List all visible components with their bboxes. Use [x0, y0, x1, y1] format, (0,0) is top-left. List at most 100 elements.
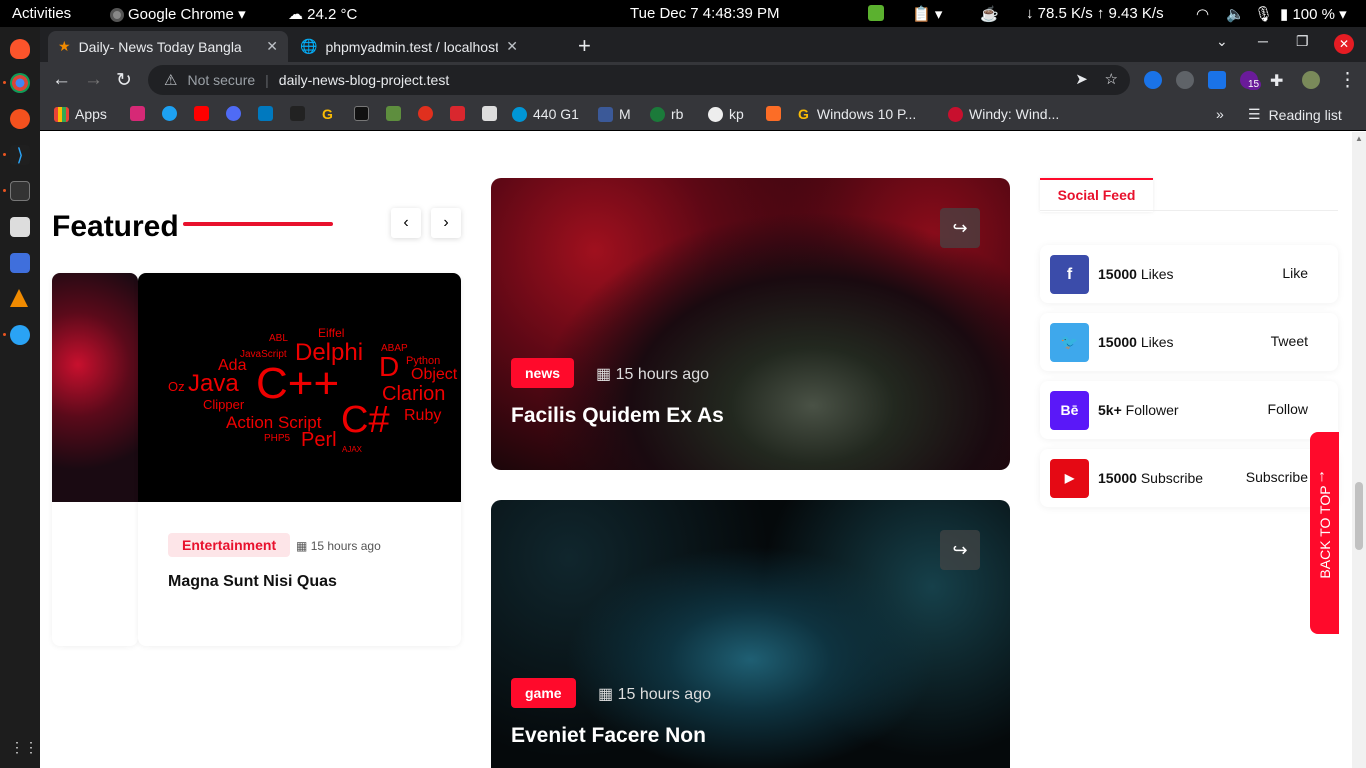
bookmark-instagram[interactable]: [130, 106, 151, 121]
terminal-icon[interactable]: [10, 181, 30, 201]
slider-prev-button[interactable]: ‹: [391, 208, 421, 238]
globe-icon: [708, 106, 723, 122]
warning-icon[interactable]: ⚠: [164, 71, 177, 89]
featured-card[interactable]: ABL Eiffel ABAP JavaScript Delphi D Pyth…: [138, 273, 461, 646]
bookmark-kp[interactable]: kp: [708, 106, 744, 122]
slider-next-button[interactable]: ›: [431, 208, 461, 238]
clock[interactable]: Tue Dec 7 4:48:39 PM: [630, 5, 780, 22]
bookmark-rb[interactable]: rb: [650, 106, 683, 122]
cloud-word: D: [379, 351, 400, 382]
avatar[interactable]: [1302, 71, 1320, 89]
chrome-icon[interactable]: [10, 73, 30, 93]
brave-icon[interactable]: [10, 39, 30, 59]
post-card[interactable]: ↪ news ▦ 15 hours ago Facilis Quidem Ex …: [491, 178, 1010, 470]
tweet-button[interactable]: Tweet: [1271, 333, 1308, 349]
volume-icon[interactable]: 🔈: [1226, 5, 1245, 23]
minimize-button[interactable]: ─: [1258, 33, 1268, 49]
skype-icon[interactable]: [10, 325, 30, 345]
battery-indicator[interactable]: ▮ 100 % ▾: [1280, 5, 1347, 23]
reading-list[interactable]: ☰ Reading list: [1248, 106, 1342, 123]
bookmark-upwork[interactable]: [290, 106, 311, 121]
count-value: 15000: [1098, 266, 1137, 282]
tab-phpmyadmin[interactable]: 🌐 phpmyadmin.test / localhost ✕: [290, 31, 528, 62]
tab-search-icon[interactable]: ⌄: [1216, 33, 1228, 50]
like-button[interactable]: Like: [1282, 265, 1308, 281]
files-icon[interactable]: [10, 217, 30, 237]
coffee-icon[interactable]: ☕: [980, 5, 999, 23]
category-badge[interactable]: game: [511, 678, 576, 708]
close-icon[interactable]: ✕: [266, 38, 278, 55]
bookmark-m[interactable]: M: [598, 106, 631, 122]
bookmark-tools[interactable]: [482, 106, 503, 121]
bookmark-g[interactable]: G: [322, 106, 333, 122]
featured-card-partial[interactable]: [52, 273, 138, 646]
circle-icon: [418, 106, 433, 121]
clipboard-icon[interactable]: 📋 ▾: [912, 5, 942, 23]
bookmark-shopify[interactable]: [386, 106, 407, 121]
bookmark-play[interactable]: [226, 106, 247, 121]
featured-heading: Featured: [52, 210, 179, 243]
follow-button[interactable]: Follow: [1268, 401, 1308, 417]
wifi-icon[interactable]: ◠: [1196, 5, 1209, 23]
window-close-button[interactable]: ✕: [1334, 34, 1354, 54]
send-icon[interactable]: ➤: [1075, 71, 1088, 88]
bookmark-trello[interactable]: [258, 106, 279, 121]
vlc-icon[interactable]: [10, 289, 28, 307]
bookmark-twitter[interactable]: [162, 106, 183, 121]
vscode-icon[interactable]: ⟩: [10, 145, 30, 165]
scroll-up-icon[interactable]: ▲: [1355, 134, 1363, 143]
update-icon[interactable]: [868, 5, 884, 25]
new-tab-button[interactable]: +: [578, 33, 591, 59]
bookmark-windows[interactable]: G Windows 10 P...: [798, 106, 916, 122]
running-indicator: [3, 189, 6, 192]
post-title[interactable]: Eveniet Facere Non: [511, 724, 706, 748]
reload-button[interactable]: ↻: [116, 69, 132, 92]
category-badge[interactable]: news: [511, 358, 575, 388]
post-card[interactable]: ↪ game ▦ 15 hours ago Eveniet Facere Non: [491, 500, 1010, 768]
bookmark-apps[interactable]: Apps: [54, 106, 107, 122]
puzzle-icon[interactable]: ✚: [1270, 71, 1283, 91]
back-button[interactable]: ←: [52, 69, 71, 91]
screenshot-icon[interactable]: [10, 253, 30, 273]
post-title[interactable]: Facilis Quidem Ex As: [511, 404, 724, 428]
menu-icon[interactable]: ⋮: [1338, 69, 1357, 92]
subscribe-button[interactable]: Subscribe: [1246, 469, 1308, 485]
microphone-icon[interactable]: 🎙: [1254, 5, 1273, 23]
tab-daily-news[interactable]: ★ Daily- News Today Bangla ✕: [48, 31, 288, 62]
activities-button[interactable]: Activities: [12, 5, 71, 22]
bookmark-gitlab[interactable]: [766, 106, 787, 121]
url-text[interactable]: daily-news-blog-project.test: [279, 72, 449, 88]
close-icon[interactable]: ✕: [506, 38, 518, 55]
bookmark-mega[interactable]: [450, 106, 471, 121]
back-to-top-button[interactable]: ↑ BACK TO TOP: [1310, 432, 1339, 634]
cloud-word: Clipper: [203, 397, 245, 412]
weather-indicator[interactable]: ☁ 24.2 °C: [288, 5, 357, 23]
globe-extension-icon[interactable]: [1176, 71, 1194, 89]
card-title[interactable]: Magna Sunt Nisi Quas: [168, 573, 337, 591]
extension-icon[interactable]: [1144, 71, 1162, 89]
bookmark-gc[interactable]: [354, 106, 375, 121]
count-value: 15000: [1098, 470, 1137, 486]
bookmark-windy[interactable]: Windy: Wind...: [948, 106, 1059, 122]
badge-extension-icon[interactable]: 15: [1240, 71, 1262, 90]
star-icon[interactable]: ☆: [1105, 71, 1118, 88]
postman-icon[interactable]: [10, 109, 30, 129]
show-apps-icon[interactable]: ⋮⋮: [10, 739, 38, 759]
share-icon[interactable]: ↪: [940, 208, 980, 248]
bookmark-hp[interactable]: 440 G1: [512, 106, 579, 122]
upwork-icon: [290, 106, 305, 121]
more-bookmarks-icon[interactable]: »: [1216, 106, 1224, 122]
forward-button[interactable]: →: [84, 69, 103, 91]
bookmark-redhat[interactable]: [418, 106, 439, 121]
twitter-bird-icon: 🐦: [1050, 323, 1089, 362]
app-menu[interactable]: Google Chrome ▾: [110, 5, 246, 23]
address-bar[interactable]: ⚠ Not secure | daily-news-blog-project.t…: [148, 65, 1130, 95]
fi-extension-icon[interactable]: [1208, 71, 1226, 89]
maximize-button[interactable]: ❐: [1296, 33, 1309, 50]
share-icon[interactable]: ↪: [940, 530, 980, 570]
category-badge[interactable]: Entertainment: [168, 533, 291, 557]
bookmark-youtube[interactable]: [194, 106, 215, 121]
scrollbar[interactable]: ▲: [1352, 132, 1366, 768]
scrollbar-thumb[interactable]: [1355, 482, 1363, 550]
social-feed-tab[interactable]: Social Feed: [1040, 178, 1153, 212]
